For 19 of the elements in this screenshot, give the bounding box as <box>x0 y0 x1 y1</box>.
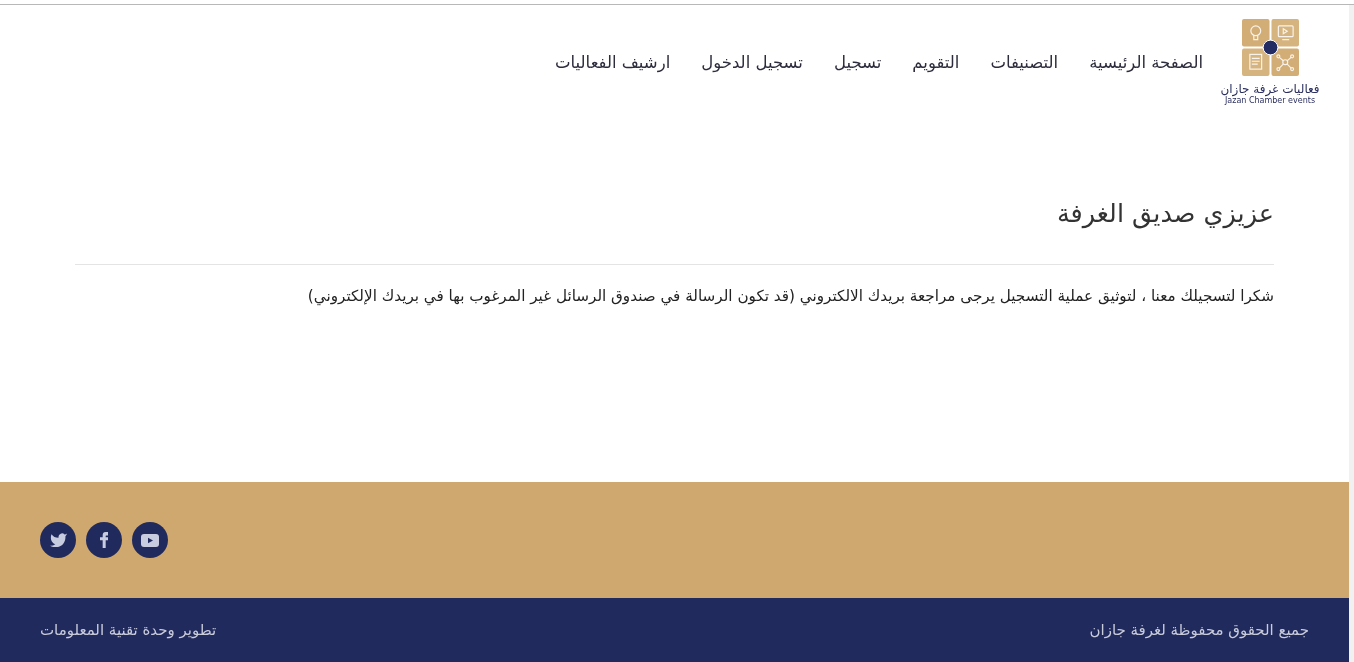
nav-link[interactable]: الصفحة الرئيسية <box>1089 52 1203 74</box>
logo-title: فعاليات غرفة جازان <box>1220 82 1320 96</box>
letter-f-icon <box>100 532 108 548</box>
social-link[interactable] <box>40 522 76 558</box>
nav-link[interactable]: تسجيل <box>833 52 882 74</box>
play-button-icon <box>141 533 159 547</box>
bird-icon <box>49 533 67 547</box>
page-heading: عزيزي صديق الغرفة <box>1055 198 1274 228</box>
copyright-text: جميع الحقوق محفوظة لغرفة جازان <box>1089 621 1309 639</box>
credit-text: تطوير وحدة تقنية المعلومات <box>40 621 217 639</box>
message-text: شكرا لتسجيلك معنا ، لتوثيق عملية التسجيل يرجى مراجعة بريدك الالكتروني (قد تكون الرسالة في صندوق الرسائل غير المرغوب بها في بريدك الإلكتروني) <box>306 286 1274 306</box>
logo-subtitle: Jazan Chamber events <box>1224 96 1316 106</box>
emblem-icon <box>1241 19 1299 76</box>
nav-link[interactable]: تسجيل الدخول <box>701 52 803 74</box>
social-link[interactable] <box>86 522 122 558</box>
social-link[interactable] <box>132 522 168 558</box>
nav-link[interactable]: التقويم <box>912 52 960 74</box>
nav-link[interactable]: التصنيفات <box>990 52 1059 74</box>
nav-link[interactable]: ارشيف الفعاليات <box>555 52 671 74</box>
